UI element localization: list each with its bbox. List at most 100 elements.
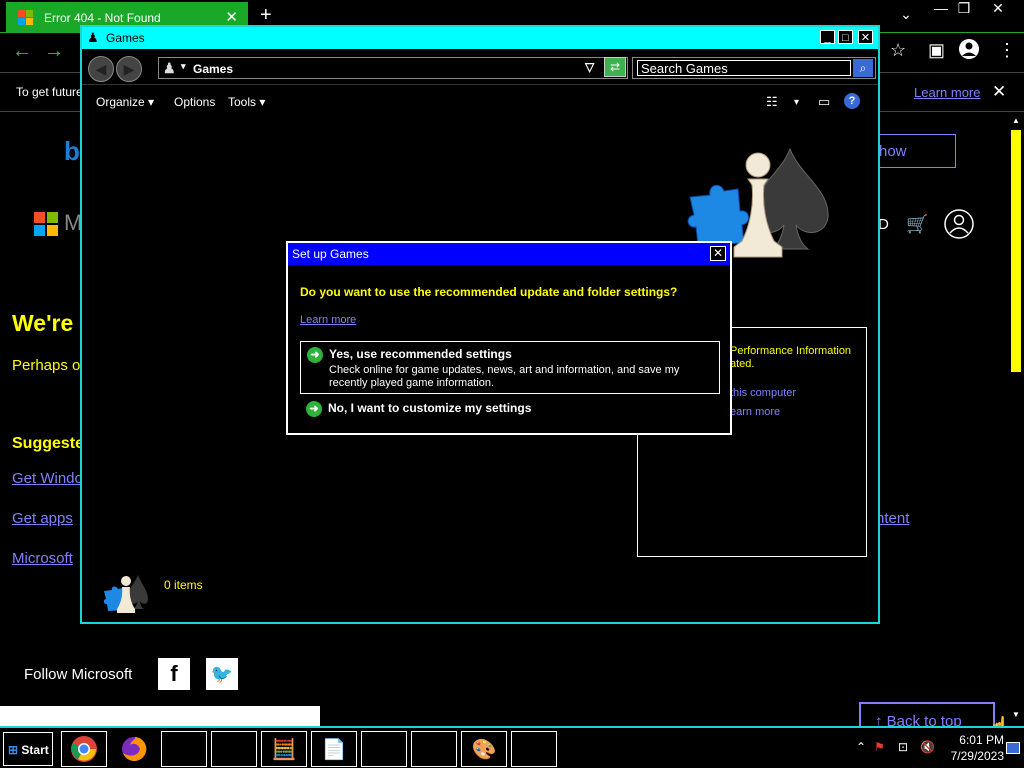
clock-time: 6:01 PM (959, 733, 1004, 747)
games-command-bar: Organize ▾ Options Tools ▾ ☷ ▾ ▭ ? (82, 89, 878, 117)
taskbar-firefox-icon[interactable] (111, 731, 157, 767)
options-label: Options (174, 95, 216, 109)
games-minimize-icon[interactable]: _ (820, 30, 835, 44)
games-search-box: ⌕ (632, 57, 876, 79)
back-arrow-icon[interactable]: ← (12, 40, 32, 63)
recommended-settings-option[interactable]: ➜ Yes, use recommended settings Check on… (300, 341, 720, 394)
address-pawn-icon: ♟ (163, 60, 176, 76)
dialog-close-icon[interactable]: ✕ (710, 246, 726, 261)
performance-info-text: Performance Information ated. (730, 345, 860, 371)
games-maximize-icon[interactable]: □ (838, 30, 853, 44)
tray-chevron-icon[interactable]: ⌃ (856, 740, 866, 754)
customize-settings-option[interactable]: ➜ No, I want to customize my settings (300, 399, 720, 421)
tab-title: Error 404 - Not Found (44, 11, 161, 25)
star-icon[interactable]: ☆ (890, 40, 906, 61)
games-status-icon (103, 575, 148, 613)
perf-line-2: ated. (730, 358, 755, 370)
scrollbar-thumb[interactable] (1011, 130, 1021, 372)
page-heading: We're (12, 310, 74, 336)
profile-icon[interactable] (958, 38, 980, 65)
restore-icon[interactable]: ❐ (948, 0, 980, 17)
address-history-icon[interactable]: ▽ (585, 60, 594, 74)
items-count: 0 items (164, 578, 203, 592)
search-icon[interactable]: ⌕ (853, 59, 873, 77)
games-search-input[interactable] (637, 60, 851, 76)
games-address-bar: ◀ ▶ ♟ ▾ Games ▽ ⇄ ⌕ (82, 51, 878, 85)
close-window-icon[interactable]: ✕ (982, 0, 1014, 17)
options-menu[interactable]: Options (174, 95, 215, 109)
games-back-icon[interactable]: ◀ (88, 56, 114, 82)
games-title-bar[interactable]: ♟ Games _ □ ✕ (82, 27, 878, 49)
info-message: To get future (16, 85, 83, 99)
option2-title: No, I want to customize my settings (328, 401, 532, 415)
show-desktop-icon[interactable] (1006, 742, 1020, 754)
back-to-top-button[interactable]: ↑ Back to top (859, 702, 995, 726)
bing-logo-icon[interactable]: b (64, 136, 80, 167)
tray-action-center-icon[interactable]: ⚑ (874, 740, 885, 754)
views-dropdown-icon[interactable]: ▾ (794, 97, 799, 108)
taskbar-notepad-icon[interactable]: 📄 (311, 731, 357, 767)
scroll-up-icon[interactable]: ▲ (1012, 116, 1020, 125)
tab-list-chevron-icon[interactable]: ⌄ (890, 6, 922, 23)
link-get-windows[interactable]: Get Windo (12, 470, 83, 487)
rate-computer-link[interactable]: this computer (730, 387, 796, 399)
dialog-learn-more-link[interactable]: Learn more (300, 314, 356, 326)
address-dropdown-icon[interactable]: ▾ (181, 61, 186, 72)
taskbar-clock[interactable]: 6:01 PM 7/29/2023 (944, 732, 1004, 764)
address-text: Games (193, 62, 234, 76)
info-close-icon[interactable]: ✕ (992, 82, 1006, 102)
page-footer-bar (0, 706, 320, 726)
follow-microsoft-text: Follow Microsoft (24, 666, 133, 683)
perf-learn-more-link[interactable]: earn more (730, 406, 780, 418)
tab-close-icon[interactable]: ✕ (225, 8, 238, 26)
taskbar-sticky-notes-icon[interactable]: 🗒 (411, 731, 457, 767)
info-learn-more-link[interactable]: Learn more (914, 85, 980, 100)
games-close-icon[interactable]: ✕ (858, 30, 873, 44)
arrow-right-icon: ➜ (307, 347, 323, 363)
help-icon[interactable]: ? (844, 93, 860, 109)
arrow-right-icon: ➜ (306, 401, 322, 417)
new-tab-button[interactable]: + (260, 4, 272, 27)
menu-dots-icon[interactable]: ⋮ (998, 40, 1016, 61)
preview-pane-icon[interactable]: ▭ (818, 94, 830, 110)
clock-date: 7/29/2023 (950, 749, 1004, 763)
taskbar-calculator-icon[interactable]: 🧮 (261, 731, 307, 767)
link-get-apps[interactable]: Get apps (12, 510, 73, 527)
taskbar: ⊞ Start 🗂 🖥 🧮 📄 🖨 🗒 🎨 ✂ ⌃ ⚑ ⊡ 🔇 6:01 PM … (0, 726, 1024, 768)
sidebar-icon[interactable]: ▣ (928, 40, 945, 61)
taskbar-paint-icon[interactable]: 🎨 (461, 731, 507, 767)
organize-menu[interactable]: Organize ▾ (96, 95, 154, 109)
link-microsoft[interactable]: Microsoft (12, 550, 73, 567)
cart-icon[interactable]: 🛒 (906, 214, 928, 235)
tray-volume-mute-icon[interactable]: 🔇 (920, 740, 935, 754)
option1-title: Yes, use recommended settings (329, 347, 512, 361)
twitter-icon[interactable]: 🐦 (206, 658, 238, 690)
taskbar-control-panel-icon[interactable]: 🖥 (211, 731, 257, 767)
dialog-title-bar[interactable]: Set up Games ✕ (288, 243, 730, 265)
tools-label: Tools (228, 95, 257, 109)
back-to-top-label: Back to top (886, 713, 962, 726)
start-button[interactable]: ⊞ Start (3, 732, 53, 766)
forward-arrow-icon[interactable]: → (44, 40, 64, 63)
games-pawn-icon: ♟ (87, 30, 99, 45)
microsoft-logo-large-icon[interactable] (34, 212, 58, 236)
games-address-field[interactable]: ♟ ▾ Games ▽ (158, 57, 628, 79)
taskbar-snipping-tool-icon[interactable]: ✂ (511, 731, 557, 767)
taskbar-printer-icon[interactable]: 🖨 (361, 731, 407, 767)
taskbar-file-explorer-icon[interactable]: 🗂 (161, 731, 207, 767)
refresh-icon[interactable]: ⇄ (604, 57, 626, 77)
tools-menu[interactable]: Tools ▾ (228, 95, 265, 109)
organize-label: Organize (96, 95, 145, 109)
views-icon[interactable]: ☷ (766, 94, 778, 110)
account-icon[interactable] (944, 209, 974, 244)
facebook-icon[interactable]: f (158, 658, 190, 690)
games-forward-icon[interactable]: ▶ (116, 56, 142, 82)
scroll-down-icon[interactable]: ▼ (1012, 710, 1020, 719)
tray-network-icon[interactable]: ⊡ (898, 740, 908, 754)
taskbar-chrome-icon[interactable] (61, 731, 107, 767)
perf-line-1: Performance Information (730, 345, 852, 357)
setup-games-dialog: Set up Games ✕ Do you want to use the re… (286, 241, 732, 435)
link-content[interactable]: ntent (876, 510, 909, 527)
dialog-title: Set up Games (292, 247, 369, 261)
dialog-question: Do you want to use the recommended updat… (300, 285, 678, 299)
